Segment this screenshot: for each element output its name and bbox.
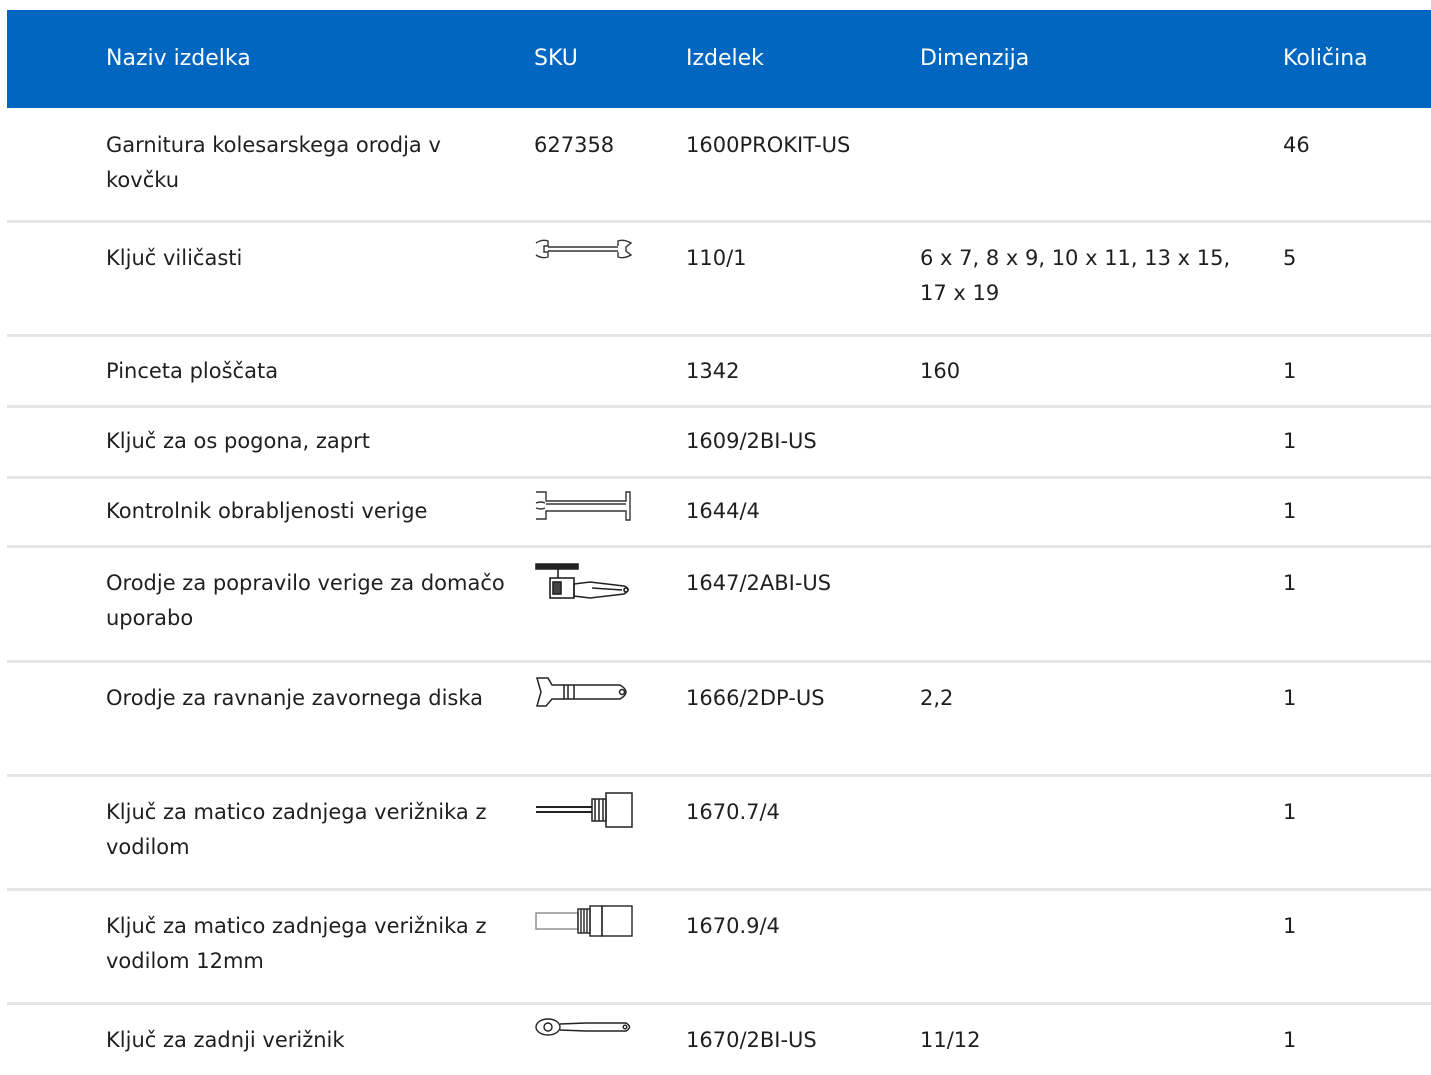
header-dimension[interactable]: Dimenzija [920,46,1029,72]
product-quantity: 1 [1283,914,1297,938]
product-quantity: 1 [1283,686,1297,710]
table-row: Ključ za matico zadnjega verižnika z vod… [7,891,1431,1005]
header-product-name[interactable]: Naziv izdelka [106,46,251,72]
table-row: Orodje za ravnanje zavornega diska 1666/… [7,663,1431,777]
product-quantity: 1 [1283,359,1297,383]
product-dimension: 11/12 [920,1028,981,1052]
product-dimension: 160 [920,359,961,383]
product-name[interactable]: Pinceta ploščata [106,354,506,389]
product-name[interactable]: Ključ za os pogona, zaprt [106,424,506,459]
product-name[interactable]: Garnitura kolesarskega orodja v kovčku [106,128,506,198]
table-row: Ključ za matico zadnjega verižnika z vod… [7,777,1431,891]
product-name[interactable]: Orodje za popravilo verige za domačo upo… [106,566,506,636]
table-row: Ključ viličasti 110/1 6 x 7, 8 x 9, 10 x… [7,223,1431,337]
table-row: Ključ za zadnji verižnik 1670/2BI-US 11/… [7,1005,1431,1075]
product-code[interactable]: 110/1 [686,241,906,276]
header-sku[interactable]: SKU [534,46,578,72]
product-code[interactable]: 1644/4 [686,494,906,529]
product-name[interactable]: Orodje za ravnanje zavornega diska [106,681,506,716]
product-quantity: 1 [1283,1028,1297,1052]
product-name[interactable]: Kontrolnik obrabljenosti verige [106,494,506,529]
product-quantity: 5 [1283,246,1297,270]
chain-tool-icon[interactable] [534,560,634,606]
header-product[interactable]: Izdelek [686,46,764,72]
product-name[interactable]: Ključ viličasti [106,241,506,276]
table-row: Ključ za os pogona, zaprt 1609/2BI-US 1 [7,408,1431,479]
product-code[interactable]: 1342 [686,354,906,389]
product-code[interactable]: 1670.9/4 [686,909,906,944]
product-code[interactable]: 1670/2BI-US [686,1023,906,1058]
product-quantity: 1 [1283,429,1297,453]
product-quantity: 1 [1283,571,1297,595]
table-header: Naziv izdelka SKU Izdelek Dimenzija Koli… [7,10,1431,108]
product-code[interactable]: 1647/2ABI-US [686,566,906,601]
product-name[interactable]: Ključ za zadnji verižnik [106,1023,506,1058]
product-code[interactable]: 1609/2BI-US [686,424,906,459]
product-table: Naziv izdelka SKU Izdelek Dimenzija Koli… [7,10,1431,1075]
table-row: Orodje za popravilo verige za domačo upo… [7,548,1431,663]
product-dimension: 6 x 7, 8 x 9, 10 x 11, 13 x 15, 17 x 19 [920,246,1231,305]
disc-straightener-icon[interactable] [534,675,634,709]
product-name[interactable]: Ključ za matico zadnjega verižnika z vod… [106,909,506,979]
cassette-tool-guide-icon[interactable] [534,789,638,831]
product-code[interactable]: 1666/2DP-US [686,681,906,716]
product-dimension: 2,2 [920,686,954,710]
chain-wear-gauge-icon[interactable] [534,489,634,523]
header-quantity[interactable]: Količina [1283,46,1368,72]
product-name[interactable]: Ključ za matico zadnjega verižnika z vod… [106,795,506,865]
table-row: Garnitura kolesarskega orodja v kovčku 6… [7,108,1431,223]
open-end-wrench-icon[interactable] [534,238,634,260]
product-quantity: 46 [1283,133,1310,157]
table-row: Pinceta ploščata 1342 160 1 [7,337,1431,408]
product-quantity: 1 [1283,800,1297,824]
cassette-tool-12mm-icon[interactable] [534,903,638,939]
product-sku: 627358 [534,133,615,157]
product-code[interactable]: 1600PROKIT-US [686,128,906,163]
table-row: Kontrolnik obrabljenosti verige 1644/4 1 [7,479,1431,548]
product-quantity: 1 [1283,499,1297,523]
chain-whip-icon[interactable] [534,1017,634,1037]
product-code[interactable]: 1670.7/4 [686,795,906,830]
